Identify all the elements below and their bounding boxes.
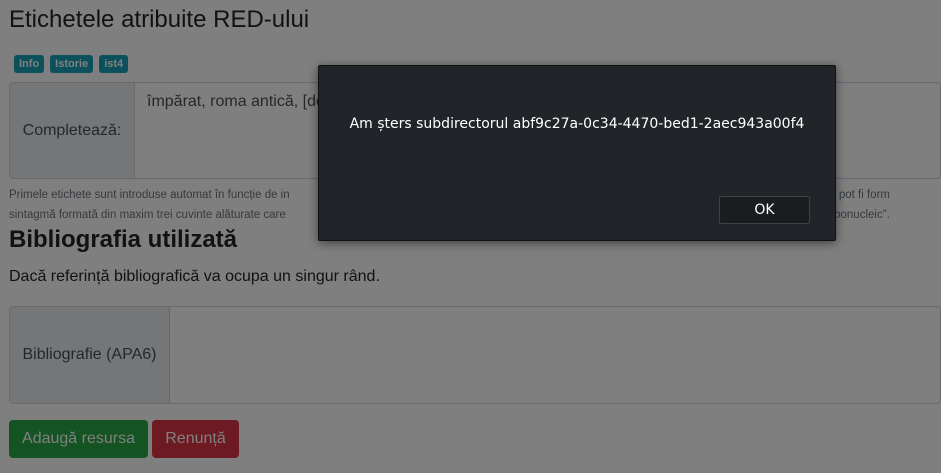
- dialog-message: Am șters subdirectorul abf9c27a-0c34-447…: [349, 116, 805, 132]
- message-dialog: Am șters subdirectorul abf9c27a-0c34-447…: [318, 65, 836, 241]
- ok-button[interactable]: OK: [719, 196, 810, 224]
